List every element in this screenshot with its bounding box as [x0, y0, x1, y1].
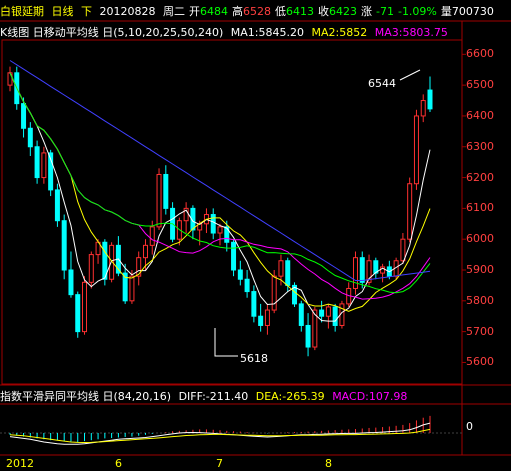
- y-axis-label: 6300: [466, 139, 494, 153]
- price-panel-frame: [1, 39, 463, 385]
- y-axis-label: 6600: [466, 47, 494, 61]
- candle-down: [210, 214, 216, 234]
- diff-line: [9, 422, 431, 445]
- candle-up: [88, 254, 94, 283]
- candle-down: [298, 303, 304, 326]
- candle-down: [332, 306, 338, 326]
- candle-up: [420, 100, 426, 117]
- candle-down: [258, 315, 264, 326]
- candle-down: [427, 89, 433, 110]
- candle-up: [217, 226, 223, 234]
- x-axis-label-year: 2012: [6, 457, 34, 470]
- candle-up: [407, 183, 413, 240]
- macd-indicator-bar: 指数平滑异同平均线 日(84,20,16) DIFF:-211.40 DEA:-…: [0, 388, 407, 404]
- x-axis-label-june: 6: [115, 457, 122, 470]
- candle-down: [34, 146, 40, 179]
- candle-up: [278, 260, 284, 277]
- dea-value: DEA:-265.39: [255, 390, 325, 403]
- low-leader-line: [214, 328, 238, 357]
- y-axis-label: 5700: [466, 324, 494, 338]
- candle-down: [237, 269, 243, 280]
- candle-down: [21, 103, 27, 129]
- y-axis-label: 5600: [466, 355, 494, 369]
- candle-down: [163, 173, 169, 209]
- candle-down: [285, 260, 291, 286]
- candle-down: [61, 220, 67, 271]
- y-axis-label: 5800: [466, 293, 494, 307]
- candle-down: [244, 278, 250, 293]
- candle-up: [156, 173, 162, 228]
- candle-down: [305, 324, 311, 348]
- candle-down: [251, 291, 257, 317]
- candle-down: [359, 257, 365, 283]
- high-leader-line: [399, 69, 421, 81]
- low-annotation: 5618: [240, 352, 268, 365]
- macd-indicator-name[interactable]: 指数平滑异同平均线: [0, 390, 99, 403]
- candle-up: [271, 275, 277, 311]
- y-axis-label: 6000: [466, 232, 494, 246]
- y-axis-label: 6200: [466, 170, 494, 184]
- macd-params: 日(84,20,16): [102, 390, 172, 403]
- candle-up: [413, 115, 419, 185]
- x-axis-label-july: 7: [216, 457, 223, 470]
- candle-up: [325, 306, 331, 317]
- candle-down: [54, 189, 60, 222]
- candle-down: [27, 127, 33, 148]
- diff-value: DIFF:-211.40: [178, 390, 249, 403]
- candle-down: [231, 241, 237, 271]
- candle-up: [142, 244, 148, 259]
- y-axis-label: 6500: [466, 78, 494, 92]
- candle-up: [264, 309, 270, 326]
- candle-up: [82, 281, 88, 333]
- candle-down: [68, 269, 74, 296]
- x-axis-label-august: 8: [325, 457, 332, 470]
- candle-down: [319, 309, 325, 317]
- candle-up: [41, 152, 47, 179]
- high-annotation: 6544: [368, 77, 396, 90]
- candle-down: [75, 294, 81, 333]
- candle-up: [149, 226, 155, 246]
- macd-zero-label: 0: [466, 420, 473, 433]
- macd-value: MACD:107.98: [332, 390, 408, 403]
- y-axis-label: 5900: [466, 263, 494, 276]
- candle-up: [400, 238, 406, 262]
- candle-up: [352, 257, 358, 289]
- candle-up: [129, 275, 135, 302]
- candle-up: [136, 257, 142, 277]
- y-axis-label: 6100: [466, 201, 494, 215]
- y-axis-label: 6400: [466, 108, 494, 122]
- candle-up: [7, 72, 13, 86]
